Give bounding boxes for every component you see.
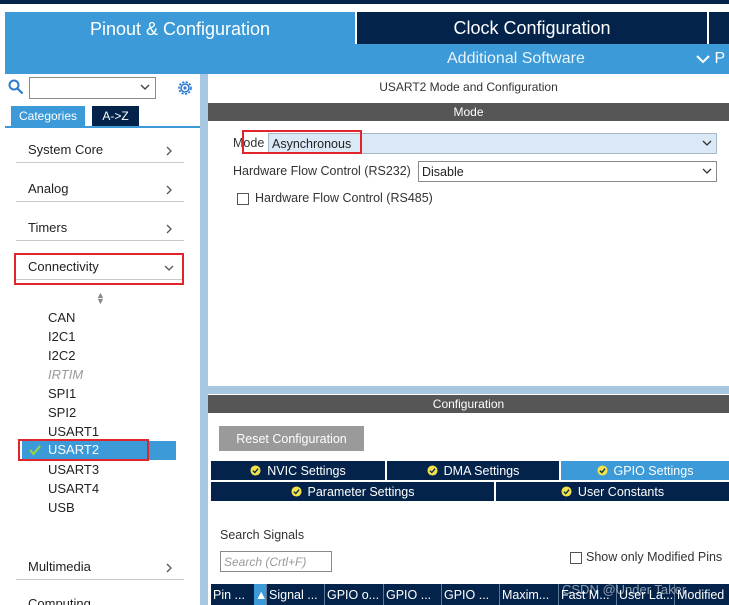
tab-label: NVIC Settings: [267, 463, 346, 478]
category-analog[interactable]: Analog: [16, 172, 184, 202]
usart2-highlight-box: [18, 439, 149, 461]
horizontal-splitter[interactable]: [208, 386, 729, 394]
category-label: Multimedia: [28, 559, 91, 574]
tab-additional-software[interactable]: Additional Software: [447, 50, 585, 68]
peripheral-usart4[interactable]: USART4: [48, 481, 99, 496]
tab-label: DMA Settings: [443, 463, 520, 478]
tab-clock-configuration[interactable]: Clock Configuration: [357, 12, 707, 44]
search-signals-placeholder: Search (Crtl+F): [224, 555, 307, 569]
tab-label: User Constants: [577, 484, 665, 499]
column-label: GPIO ...: [386, 587, 432, 602]
peripheral-usb[interactable]: USB: [48, 500, 75, 515]
peripheral-irtim[interactable]: IRTIM: [48, 367, 83, 382]
panel-splitter[interactable]: [200, 74, 208, 605]
peripheral-search-input[interactable]: [29, 77, 156, 99]
top-strip: [0, 0, 729, 4]
sort-icon[interactable]: ▲ ▼: [96, 291, 105, 306]
category-timers[interactable]: Timers: [16, 211, 184, 241]
mode-header: Mode: [208, 103, 729, 121]
category-computing[interactable]: Computing: [28, 596, 91, 605]
search-icon[interactable]: [8, 79, 24, 95]
tab-overflow[interactable]: [709, 12, 729, 44]
category-label: Timers: [28, 220, 68, 235]
tab-gpio-settings[interactable]: GPIO Settings: [561, 461, 729, 480]
tab-dma-settings[interactable]: DMA Settings: [387, 461, 559, 480]
peripheral-spi2[interactable]: SPI2: [48, 405, 76, 420]
peripheral-can[interactable]: CAN: [48, 310, 75, 325]
tab-a-z[interactable]: A->Z: [92, 106, 139, 126]
category-label: Analog: [28, 181, 69, 196]
sub-tab-bar: [5, 44, 729, 74]
gear-icon[interactable]: [176, 79, 194, 97]
check-circle-icon: [561, 486, 572, 497]
column-gpio-output[interactable]: GPIO o...: [325, 584, 384, 605]
overflow-tab[interactable]: P: [696, 50, 725, 68]
column-label: Maxim...: [502, 587, 550, 602]
hw-flow-rs485-label: Hardware Flow Control (RS485): [255, 191, 433, 205]
overflow-tab-label: P: [714, 50, 726, 67]
peripheral-usart3[interactable]: USART3: [48, 462, 99, 477]
column-label: GPIO o...: [327, 587, 380, 602]
category-system-core[interactable]: System Core: [16, 133, 184, 163]
column-signal[interactable]: Signal ...: [267, 584, 325, 605]
connectivity-highlight-box: [14, 253, 184, 285]
watermark: CSDN @Under Taker: [562, 582, 687, 597]
peripheral-i2c1[interactable]: I2C1: [48, 329, 75, 344]
hw-flow-rs232-label: Hardware Flow Control (RS232): [233, 164, 411, 178]
hw-flow-rs485-checkbox[interactable]: [237, 193, 249, 205]
hw-flow-rs232-select[interactable]: Disable: [418, 161, 717, 182]
show-modified-checkbox[interactable]: [570, 552, 582, 564]
chevron-down-icon: [696, 55, 710, 64]
check-circle-icon: [250, 465, 261, 476]
check-circle-icon: [597, 465, 608, 476]
check-circle-icon: [290, 486, 302, 497]
peripheral-usart1[interactable]: USART1: [48, 424, 99, 439]
hw-flow-rs232-value: Disable: [422, 165, 464, 179]
mode-highlight-box: [242, 130, 362, 154]
tab-nvic-settings[interactable]: NVIC Settings: [211, 461, 385, 480]
chevron-right-icon: [166, 224, 172, 234]
show-modified-label: Show only Modified Pins: [586, 550, 723, 564]
column-label: GPIO ...: [444, 587, 490, 602]
chevron-right-icon: [166, 185, 172, 195]
chevron-down-icon[interactable]: [701, 164, 713, 178]
sort-asc-icon[interactable]: ▲: [254, 584, 267, 605]
chevron-right-icon: [166, 146, 172, 156]
tab-label: Parameter Settings: [307, 484, 415, 499]
chevron-down-icon[interactable]: [701, 136, 713, 150]
peripheral-i2c2[interactable]: I2C2: [48, 348, 75, 363]
peripheral-spi1[interactable]: SPI1: [48, 386, 76, 401]
tab-pinout-configuration[interactable]: Pinout & Configuration: [5, 12, 355, 46]
chevron-down-icon[interactable]: [139, 81, 151, 93]
column-gpio-mode[interactable]: GPIO ...: [384, 584, 442, 605]
tab-categories[interactable]: Categories: [11, 106, 85, 126]
chevron-right-icon: [166, 563, 172, 573]
column-label: Pin ...: [213, 587, 245, 602]
search-signals-input[interactable]: Search (Crtl+F): [220, 551, 332, 572]
column-maximum-speed[interactable]: Maxim...: [500, 584, 559, 605]
category-multimedia[interactable]: Multimedia: [16, 550, 184, 580]
reset-configuration-button[interactable]: Reset Configuration: [219, 426, 364, 451]
column-gpio-pull[interactable]: GPIO ...: [442, 584, 500, 605]
column-label: Signal ...: [269, 587, 318, 602]
tab-parameter-settings[interactable]: Parameter Settings: [211, 482, 494, 501]
panel-title: USART2 Mode and Configuration: [379, 80, 558, 94]
category-label: System Core: [28, 142, 104, 157]
check-circle-icon: [427, 465, 438, 476]
tab-user-constants[interactable]: User Constants: [496, 482, 729, 501]
search-signals-label: Search Signals: [220, 528, 305, 542]
tab-label: GPIO Settings: [613, 463, 694, 478]
tab-underline: [5, 126, 200, 128]
configuration-header: Configuration: [208, 395, 729, 413]
